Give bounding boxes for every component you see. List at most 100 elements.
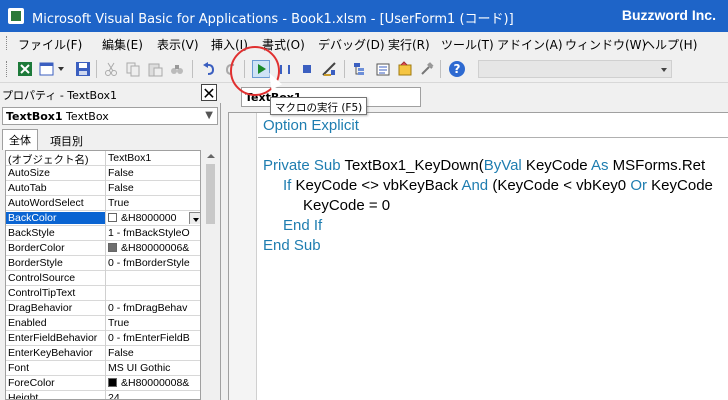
cut-icon[interactable] xyxy=(102,60,120,78)
menu-view[interactable]: 表示(V) xyxy=(157,36,199,53)
property-value[interactable]: False xyxy=(108,167,200,179)
property-value[interactable]: 0 - fmBorderStyle xyxy=(108,257,200,269)
properties-window-icon[interactable] xyxy=(374,60,392,78)
property-name: ControlSource xyxy=(8,272,76,284)
property-row[interactable]: ControlTipText xyxy=(6,286,200,301)
property-row[interactable]: Font MS UI Gothic xyxy=(6,361,200,376)
reset-icon[interactable] xyxy=(298,60,316,78)
insert-userform-icon[interactable] xyxy=(38,60,56,78)
menu-grip[interactable] xyxy=(6,36,9,50)
property-name: Enabled xyxy=(8,317,47,329)
code-line[interactable]: KeyCode = 0 xyxy=(303,197,390,214)
property-value[interactable]: MS UI Gothic xyxy=(108,362,200,374)
code-line[interactable]: Option Explicit xyxy=(263,117,359,134)
column-divider xyxy=(105,241,106,256)
code-line[interactable]: End If xyxy=(283,217,322,234)
copy-icon[interactable] xyxy=(124,60,142,78)
property-value[interactable]: 24 xyxy=(108,392,200,399)
code-margin[interactable] xyxy=(229,113,257,400)
menu-file[interactable]: ファイル(F) xyxy=(18,36,82,53)
code-editor[interactable]: Option Explicit Private Sub TextBox1_KeyD… xyxy=(228,112,728,400)
property-row[interactable]: Height 24 xyxy=(6,391,200,399)
color-swatch xyxy=(108,378,117,387)
toolbar-separator xyxy=(96,60,97,78)
menu-edit[interactable]: 編集(E) xyxy=(102,36,143,53)
toolbar-grip[interactable] xyxy=(6,61,9,77)
tab-alphabetic[interactable]: 全体 xyxy=(2,129,38,150)
property-name: BackStyle xyxy=(8,227,55,239)
property-value-text: &H80000006& xyxy=(121,242,190,254)
property-row[interactable]: BackStyle 1 - fmBackStyleO xyxy=(6,226,200,241)
property-row[interactable]: BorderColor &H80000006& xyxy=(6,241,200,256)
property-value[interactable]: &H80000006& xyxy=(108,242,200,254)
properties-title: プロパティ - TextBox1 xyxy=(2,89,117,102)
code-line[interactable]: If KeyCode <> vbKeyBack And (KeyCode < v… xyxy=(283,177,713,194)
properties-scrollbar[interactable] xyxy=(203,150,218,400)
undo-icon[interactable] xyxy=(200,60,218,78)
property-row[interactable]: AutoWordSelect True xyxy=(6,196,200,211)
insert-dropdown-icon[interactable] xyxy=(56,60,66,78)
code-keyword: End Sub xyxy=(263,237,321,254)
column-divider xyxy=(105,346,106,361)
scroll-thumb[interactable] xyxy=(206,164,215,224)
dropdown-button[interactable] xyxy=(189,212,200,224)
code-line[interactable]: Private Sub TextBox1_KeyDown(ByVal KeyCo… xyxy=(263,157,705,174)
project-explorer-icon[interactable] xyxy=(352,60,370,78)
toolbar-separator xyxy=(192,60,193,78)
property-value-text: 0 - fmDragBehav xyxy=(108,302,188,314)
object-name: TextBox1 xyxy=(6,110,63,123)
property-value-text: 1 - fmBackStyleO xyxy=(108,227,190,239)
menu-tools[interactable]: ツール(T) xyxy=(441,36,494,53)
property-row[interactable]: BackColor &H8000000 xyxy=(6,211,200,226)
menu-help[interactable]: ヘルプ(H) xyxy=(643,36,697,53)
toolbar-separator xyxy=(344,60,345,78)
excel-app-icon[interactable] xyxy=(8,8,24,24)
scroll-up-icon[interactable] xyxy=(207,154,215,158)
property-value[interactable]: &H80000008& xyxy=(108,377,200,389)
property-row[interactable]: AutoSize False xyxy=(6,166,200,181)
property-row[interactable]: BorderStyle 0 - fmBorderStyle xyxy=(6,256,200,271)
property-name: AutoSize xyxy=(8,167,51,179)
property-value[interactable]: True xyxy=(108,197,200,209)
property-name: BorderColor xyxy=(8,242,65,254)
property-row[interactable]: (オブジェクト名) TextBox1 xyxy=(6,151,200,166)
code-keyword: End If xyxy=(283,217,323,234)
property-value[interactable]: TextBox1 xyxy=(108,152,200,164)
position-combo[interactable] xyxy=(478,60,672,78)
property-value[interactable]: 0 - fmEnterFieldB xyxy=(108,332,200,344)
design-mode-icon[interactable] xyxy=(320,60,338,78)
menu-bar: ファイル(F) 編集(E) 表示(V) 挿入(I) 書式(O) デバッグ(D) … xyxy=(0,32,728,54)
property-row[interactable]: ControlSource xyxy=(6,271,200,286)
menu-addins[interactable]: アドイン(A) xyxy=(497,36,563,53)
property-value[interactable]: False xyxy=(108,182,200,194)
help-icon[interactable]: ? xyxy=(449,61,465,77)
toolbox-icon[interactable] xyxy=(418,60,436,78)
object-browser-icon[interactable] xyxy=(396,60,414,78)
property-value[interactable]: 0 - fmDragBehav xyxy=(108,302,200,314)
menu-debug[interactable]: デバッグ(D) xyxy=(318,36,385,53)
property-value[interactable]: &H8000000 xyxy=(108,212,200,224)
property-row[interactable]: EnterKeyBehavior False xyxy=(6,346,200,361)
column-divider xyxy=(105,316,106,331)
property-row[interactable]: AutoTab False xyxy=(6,181,200,196)
property-row[interactable]: Enabled True xyxy=(6,316,200,331)
save-icon[interactable] xyxy=(74,60,92,78)
menu-run[interactable]: 実行(R) xyxy=(388,36,430,53)
property-row[interactable]: DragBehavior 0 - fmDragBehav xyxy=(6,301,200,316)
code-keyword: Private Sub xyxy=(263,157,345,174)
code-line[interactable]: End Sub xyxy=(263,237,321,254)
property-value[interactable]: 1 - fmBackStyleO xyxy=(108,227,200,239)
menu-window[interactable]: ウィンドウ(W) xyxy=(565,36,646,53)
object-selector[interactable]: TextBox1 TextBox ▼ xyxy=(2,107,218,125)
close-properties-button[interactable]: ✕ xyxy=(201,84,217,102)
property-value[interactable]: False xyxy=(108,347,200,359)
find-icon[interactable] xyxy=(168,60,186,78)
view-excel-icon[interactable] xyxy=(16,60,34,78)
tab-categorized[interactable]: 項目別 xyxy=(44,131,89,149)
property-value-text: True xyxy=(108,317,130,329)
property-name: EnterFieldBehavior xyxy=(8,332,98,344)
property-value[interactable]: True xyxy=(108,317,200,329)
property-row[interactable]: ForeColor &H80000008& xyxy=(6,376,200,391)
paste-icon[interactable] xyxy=(146,60,164,78)
property-row[interactable]: EnterFieldBehavior 0 - fmEnterFieldB xyxy=(6,331,200,346)
